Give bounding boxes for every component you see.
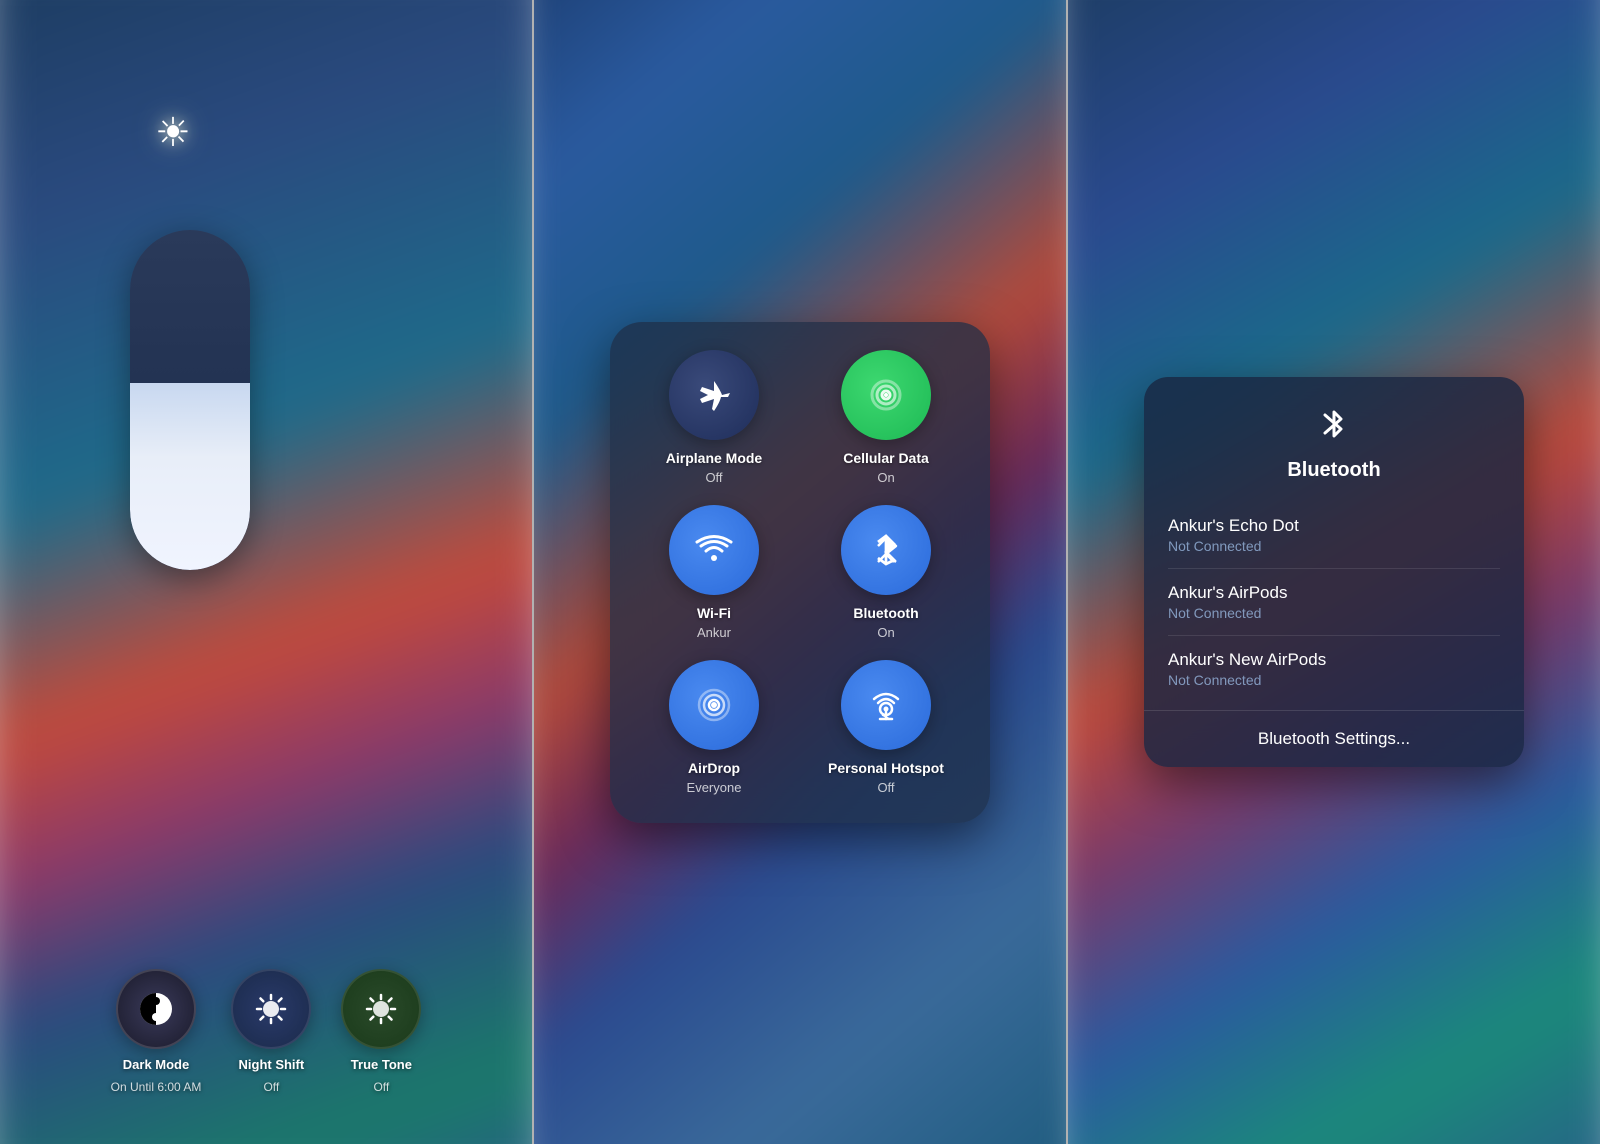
bt-device-3-status: Not Connected: [1168, 672, 1500, 688]
hotspot-sublabel: Off: [877, 780, 894, 795]
dark-mode-icon: [137, 990, 175, 1028]
airplane-mode-sublabel: Off: [705, 470, 722, 485]
bluetooth-header-icon: [1315, 405, 1353, 451]
bluetooth-title: Bluetooth: [1287, 459, 1380, 482]
wifi-circle: [669, 505, 759, 595]
bluetooth-header: Bluetooth: [1144, 377, 1524, 502]
airdrop-icon: [692, 683, 736, 727]
true-tone-button[interactable]: True Tone Off: [341, 969, 421, 1094]
cellular-data-sublabel: On: [877, 470, 894, 485]
bluetooth-symbol-icon: [1315, 405, 1353, 443]
dark-mode-label: Dark Mode: [123, 1057, 189, 1072]
bluetooth-panel: Bluetooth Ankur's Echo Dot Not Connected…: [1068, 0, 1600, 1144]
dark-mode-button[interactable]: Dark Mode On Until 6:00 AM: [111, 969, 202, 1094]
control-center-card: Airplane Mode Off Cellular Data On: [610, 322, 990, 823]
brightness-slider[interactable]: [130, 230, 250, 570]
true-tone-label: True Tone: [351, 1057, 412, 1072]
wifi-sublabel: Ankur: [697, 625, 731, 640]
bluetooth-circle: [841, 505, 931, 595]
brightness-fill: [130, 383, 250, 570]
airdrop-item[interactable]: AirDrop Everyone: [638, 660, 790, 795]
night-shift-button[interactable]: Night Shift Off: [231, 969, 311, 1094]
true-tone-sublabel: Off: [373, 1080, 389, 1094]
true-tone-circle: [341, 969, 421, 1049]
cellular-data-icon: [864, 373, 908, 417]
bluetooth-settings-button[interactable]: Bluetooth Settings...: [1144, 711, 1524, 767]
hotspot-label: Personal Hotspot: [828, 760, 944, 776]
cc-grid: Airplane Mode Off Cellular Data On: [638, 350, 962, 795]
bt-device-3-name: Ankur's New AirPods: [1168, 650, 1500, 670]
control-center-panel: Airplane Mode Off Cellular Data On: [534, 0, 1066, 1144]
night-shift-icon: [253, 991, 289, 1027]
bluetooth-card: Bluetooth Ankur's Echo Dot Not Connected…: [1144, 377, 1524, 767]
wifi-label: Wi-Fi: [697, 605, 731, 621]
bt-device-1-status: Not Connected: [1168, 538, 1500, 554]
cellular-data-label: Cellular Data: [843, 450, 929, 466]
bluetooth-item[interactable]: Bluetooth On: [810, 505, 962, 640]
hotspot-circle: [841, 660, 931, 750]
night-shift-circle: [231, 969, 311, 1049]
display-controls: Dark Mode On Until 6:00 AM: [0, 969, 532, 1094]
bt-device-1[interactable]: Ankur's Echo Dot Not Connected: [1168, 502, 1500, 569]
cellular-data-item[interactable]: Cellular Data On: [810, 350, 962, 485]
bluetooth-icon: [864, 528, 908, 572]
airplane-mode-item[interactable]: Airplane Mode Off: [638, 350, 790, 485]
bluetooth-label: Bluetooth: [853, 605, 918, 621]
true-tone-icon: [363, 991, 399, 1027]
bt-device-2[interactable]: Ankur's AirPods Not Connected: [1168, 569, 1500, 636]
wifi-item[interactable]: Wi-Fi Ankur: [638, 505, 790, 640]
bluetooth-device-list: Ankur's Echo Dot Not Connected Ankur's A…: [1144, 502, 1524, 702]
airdrop-label: AirDrop: [688, 760, 740, 776]
bt-device-2-name: Ankur's AirPods: [1168, 583, 1500, 603]
brightness-panel: ☀ Dark Mode On Until 6:00 AM: [0, 0, 532, 1144]
night-shift-label: Night Shift: [239, 1057, 305, 1072]
airplane-mode-circle: [669, 350, 759, 440]
night-shift-sublabel: Off: [263, 1080, 279, 1094]
bt-device-1-name: Ankur's Echo Dot: [1168, 516, 1500, 536]
airdrop-circle: [669, 660, 759, 750]
airplane-mode-label: Airplane Mode: [666, 450, 762, 466]
sun-icon: ☀: [155, 110, 191, 156]
wifi-icon: [692, 528, 736, 572]
bt-device-2-status: Not Connected: [1168, 605, 1500, 621]
dark-mode-sublabel: On Until 6:00 AM: [111, 1080, 202, 1094]
cellular-data-circle: [841, 350, 931, 440]
hotspot-item[interactable]: Personal Hotspot Off: [810, 660, 962, 795]
dark-mode-circle: [116, 969, 196, 1049]
hotspot-icon: [864, 683, 908, 727]
bt-device-3[interactable]: Ankur's New AirPods Not Connected: [1168, 636, 1500, 702]
airdrop-sublabel: Everyone: [687, 780, 742, 795]
bluetooth-on-sublabel: On: [877, 625, 894, 640]
airplane-mode-icon: [692, 373, 736, 417]
